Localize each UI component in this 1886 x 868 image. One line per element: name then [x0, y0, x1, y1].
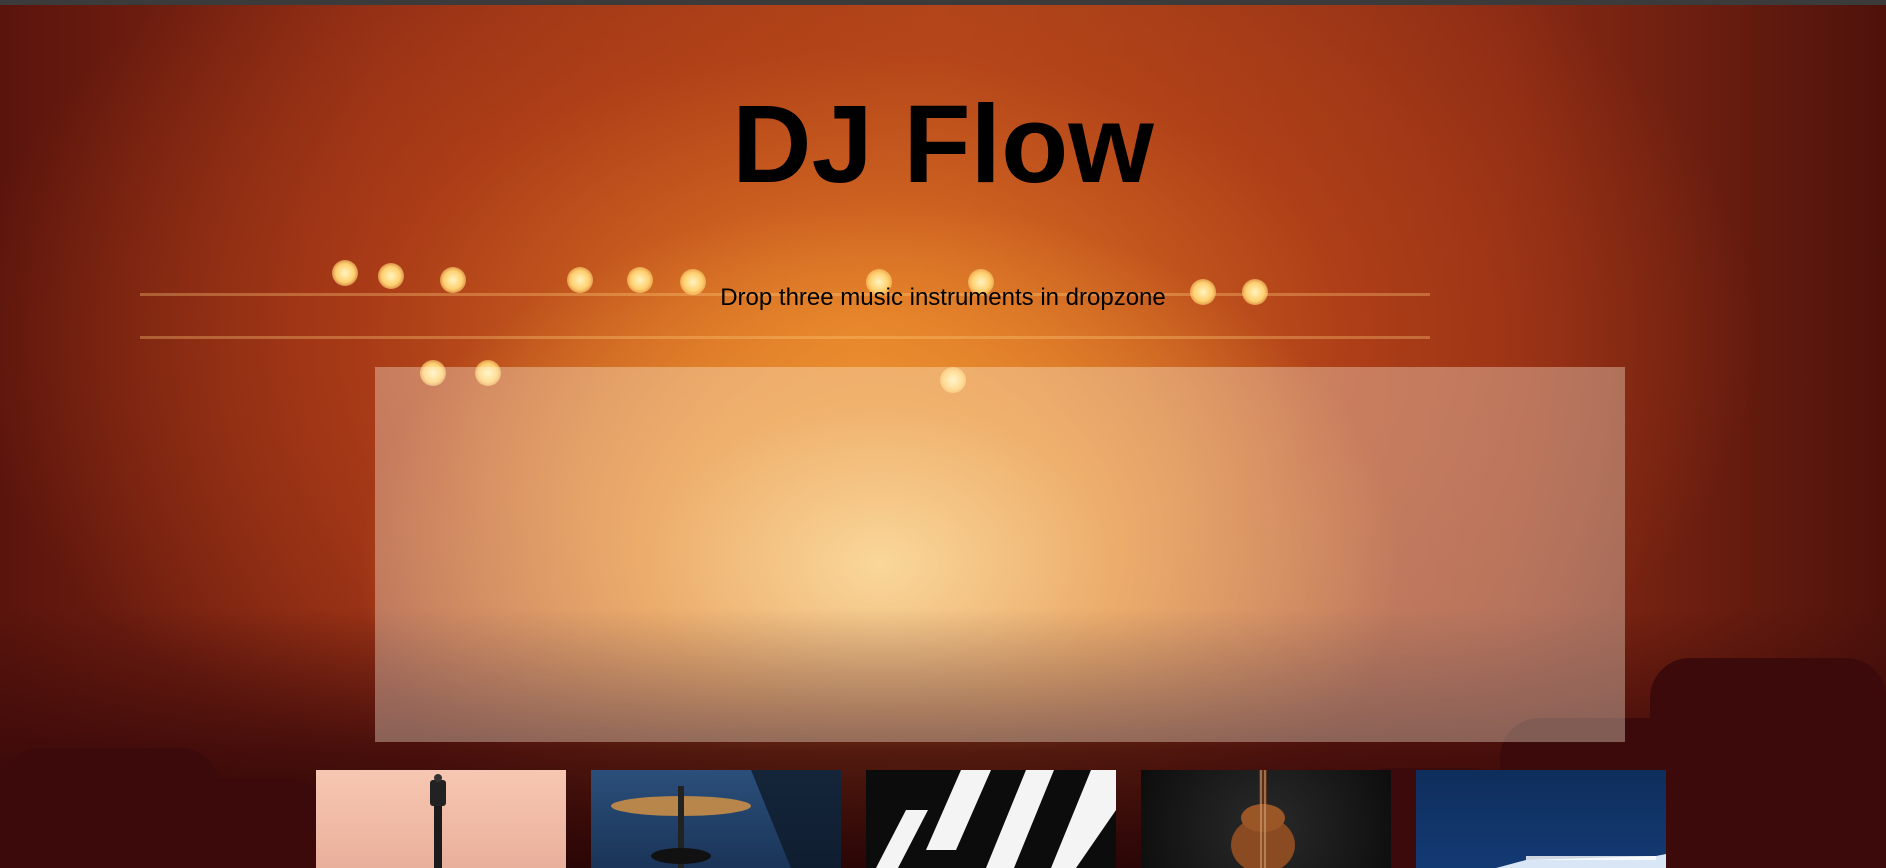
instrument-list — [316, 770, 1666, 868]
instrument-card-guitar[interactable] — [316, 770, 566, 868]
stage-light — [332, 260, 358, 286]
violin-icon — [1231, 770, 1295, 868]
instrument-card-drums[interactable] — [591, 770, 841, 868]
guitar-icon — [430, 774, 446, 868]
instrument-card-violin[interactable] — [1141, 770, 1391, 868]
instrument-card-piano[interactable] — [866, 770, 1116, 868]
stage-icon — [1496, 854, 1666, 868]
page-title: DJ Flow — [732, 83, 1154, 206]
instrument-card-stage[interactable] — [1416, 770, 1666, 868]
drum-icon — [611, 770, 841, 868]
instructions-text: Drop three music instruments in dropzone — [720, 284, 1166, 311]
piano-icon — [876, 770, 1116, 868]
dropzone[interactable] — [375, 367, 1625, 742]
browser-top-edge — [0, 0, 1886, 5]
